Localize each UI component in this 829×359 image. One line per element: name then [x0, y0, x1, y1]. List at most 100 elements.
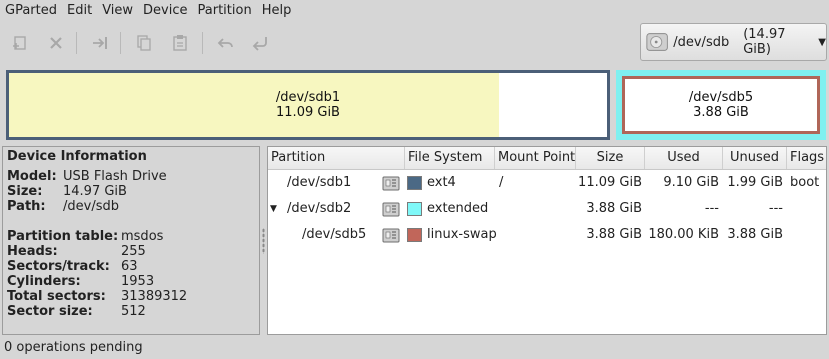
info-row-total-sectors: Total sectors: 31389312: [7, 289, 255, 304]
filesystem-color-swatch: [407, 202, 422, 216]
menu-help[interactable]: Help: [257, 0, 297, 22]
menu-device[interactable]: Device: [138, 0, 192, 22]
toolbar-separator: [120, 32, 121, 54]
device-selector[interactable]: /dev/sdb (14.97 GiB) ▼: [640, 23, 827, 61]
info-row-path: Path: /dev/sdb: [7, 199, 255, 214]
table-row[interactable]: /dev/sdb5 linux-swap 3.88 GiB 180.00 KiB…: [268, 222, 826, 248]
pane-resize-handle[interactable]: [262, 228, 265, 254]
resize-move-button[interactable]: [86, 30, 114, 56]
partition-name: /dev/sdb5: [688, 90, 754, 105]
info-value: 14.97 GiB: [63, 184, 127, 199]
partition-size: 11.09 GiB: [276, 105, 340, 120]
undo-button[interactable]: [212, 30, 240, 56]
menu-view[interactable]: View: [97, 0, 138, 22]
partition-table: Partition File System Mount Point Size U…: [267, 146, 827, 335]
panel-title: Device Information: [7, 149, 147, 164]
cell-unused: 1.99 GiB: [727, 175, 783, 190]
partition-size: 3.88 GiB: [693, 105, 749, 120]
expander-arrow-icon[interactable]: ▼: [270, 196, 277, 222]
info-row-sectors-track: Sectors/track: 63: [7, 259, 255, 274]
copy-button[interactable]: [130, 30, 158, 56]
info-value: 512: [121, 304, 146, 319]
table-header: Partition File System Mount Point Size U…: [268, 147, 826, 170]
info-label: Heads:: [7, 244, 58, 259]
toolbar-separator: [76, 32, 77, 54]
column-header-used[interactable]: Used: [645, 147, 723, 169]
menu-partition[interactable]: Partition: [193, 0, 257, 22]
undo-icon: [217, 38, 233, 48]
menu-gparted[interactable]: GParted: [0, 0, 62, 22]
menu-bar: GParted Edit View Device Partition Help: [0, 0, 829, 22]
cell-partition: /dev/sdb5: [302, 227, 367, 242]
delete-icon: [50, 37, 62, 49]
info-value: USB Flash Drive: [63, 169, 167, 184]
toolbar: [0, 24, 640, 62]
info-value: msdos: [121, 229, 164, 244]
delete-button[interactable]: [42, 30, 70, 56]
info-label: Sector size:: [7, 304, 93, 319]
menu-edit[interactable]: Edit: [62, 0, 97, 22]
info-value: 31389312: [121, 289, 188, 304]
column-header-unused[interactable]: Unused: [723, 147, 787, 169]
cell-size: 11.09 GiB: [578, 175, 642, 190]
new-partition-button[interactable]: [6, 30, 34, 56]
chevron-down-icon: ▼: [818, 36, 826, 48]
lock-icon: [382, 228, 400, 243]
hard-drive-icon: [646, 33, 668, 51]
filesystem-color-swatch: [407, 176, 422, 190]
filesystem-color-swatch: [407, 228, 422, 242]
lock-icon: [382, 176, 400, 191]
partition-block-sdb5[interactable]: /dev/sdb5 3.88 GiB: [622, 76, 820, 134]
cell-partition: /dev/sdb1: [287, 175, 352, 190]
status-bar: 0 operations pending: [4, 340, 143, 355]
info-value: 1953: [121, 274, 155, 289]
info-label: Partition table:: [7, 229, 119, 244]
info-label: Size:: [7, 184, 43, 199]
cell-size: 3.88 GiB: [586, 201, 642, 216]
info-row-heads: Heads: 255: [7, 244, 255, 259]
apply-icon: [252, 37, 267, 51]
info-label: Cylinders:: [7, 274, 81, 289]
info-value: 255: [121, 244, 146, 259]
info-label: Path:: [7, 199, 46, 214]
cell-unused: ---: [768, 201, 783, 216]
info-row-sector-size: Sector size: 512: [7, 304, 255, 319]
partition-label: /dev/sdb5 3.88 GiB: [625, 79, 817, 131]
info-label: Total sectors:: [7, 289, 106, 304]
info-value: /dev/sdb: [63, 199, 119, 214]
toolbar-separator: [202, 32, 203, 54]
lock-icon: [382, 202, 400, 217]
device-size: (14.97 GiB): [743, 27, 786, 57]
partition-label: /dev/sdb1 11.09 GiB: [9, 73, 607, 137]
partition-block-sdb1[interactable]: /dev/sdb1 11.09 GiB: [6, 70, 610, 140]
paste-icon: [173, 35, 187, 51]
info-row-partition-table: Partition table: msdos: [7, 229, 255, 244]
info-row-cylinders: Cylinders: 1953: [7, 274, 255, 289]
info-value: 63: [121, 259, 138, 274]
partition-map: /dev/sdb1 11.09 GiB /dev/sdb5 3.88 GiB: [4, 68, 826, 140]
cell-used: ---: [704, 201, 719, 216]
device-name: /dev/sdb: [673, 34, 730, 50]
cell-mount-point: /: [499, 175, 504, 190]
table-row[interactable]: /dev/sdb1 ext4 / 11.09 GiB 9.10 GiB 1.99…: [268, 170, 826, 196]
column-header-mount-point[interactable]: Mount Point: [495, 147, 576, 169]
partition-name: /dev/sdb1: [275, 90, 341, 105]
column-header-size[interactable]: Size: [576, 147, 645, 169]
device-information-panel: Device Information Model: USB Flash Driv…: [2, 146, 260, 335]
table-row[interactable]: ▼ /dev/sdb2 extended 3.88 GiB --- ---: [268, 196, 826, 222]
info-row-size: Size: 14.97 GiB: [7, 184, 255, 199]
column-header-flags[interactable]: Flags: [787, 147, 826, 169]
resize-move-icon: [93, 37, 107, 49]
partition-block-extended[interactable]: /dev/sdb5 3.88 GiB: [616, 70, 826, 140]
cell-used: 180.00 KiB: [648, 227, 719, 242]
paste-button[interactable]: [166, 30, 194, 56]
info-label: Sectors/track:: [7, 259, 110, 274]
cell-file-system: extended: [427, 201, 489, 216]
column-header-partition[interactable]: Partition: [268, 147, 405, 169]
cell-flags: boot: [790, 175, 820, 190]
apply-button[interactable]: [246, 30, 274, 56]
cell-file-system: linux-swap: [427, 227, 497, 242]
column-header-file-system[interactable]: File System: [405, 147, 495, 169]
info-label: Model:: [7, 169, 57, 184]
cell-used: 9.10 GiB: [663, 175, 719, 190]
